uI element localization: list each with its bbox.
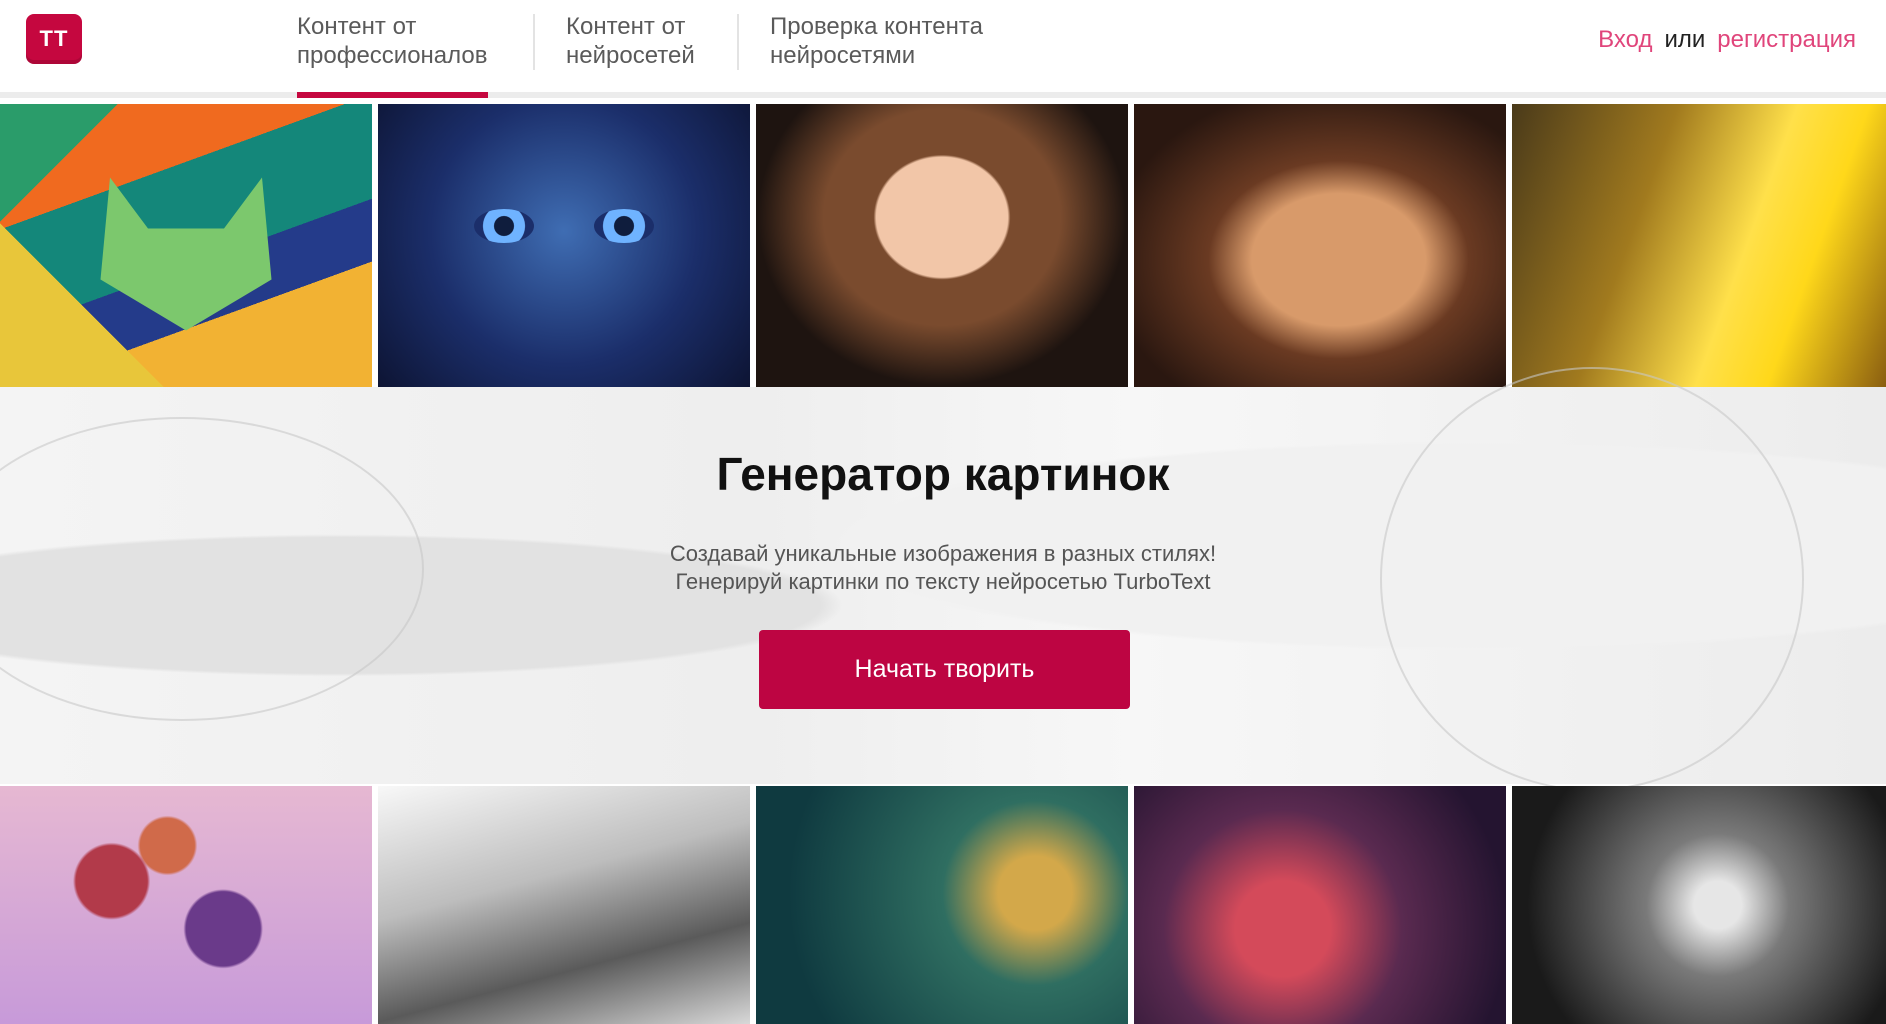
register-link[interactable]: регистрация <box>1717 26 1856 53</box>
tab-label-line2: профессионалов <box>297 42 488 69</box>
tab-content-check[interactable]: Проверка контента нейросетями <box>770 12 983 98</box>
cat-face-shape <box>100 177 272 331</box>
login-link[interactable]: Вход <box>1598 26 1652 53</box>
gallery-image-golden-city[interactable] <box>1512 104 1886 387</box>
gallery-image-submarine[interactable] <box>756 786 1128 1024</box>
hero-subtitle-line1: Создавай уникальные изображения в разных… <box>669 541 1217 566</box>
tab-label-line1: Контент от <box>297 13 417 40</box>
gallery-image-girl-braids[interactable] <box>756 104 1128 387</box>
gallery-top-row <box>0 104 1886 387</box>
hero-section: Генератор картинок Создавай уникальные и… <box>0 367 1886 791</box>
or-text: или <box>1664 26 1706 53</box>
eye-shape <box>594 208 654 243</box>
tab-neural-content[interactable]: Контент от нейросетей <box>566 12 695 98</box>
start-creating-button[interactable]: Начать творить <box>759 630 1130 709</box>
gallery-image-cubist-cat[interactable] <box>0 104 372 387</box>
logo-text: ТТ <box>39 26 69 51</box>
tab-label-line1: Контент от <box>566 13 686 40</box>
hero-subtitle: Создавай уникальные изображения в разных… <box>0 540 1886 596</box>
gallery-image-balloons[interactable] <box>0 786 372 1024</box>
eye-shape <box>474 208 534 243</box>
gallery-bottom-row <box>0 786 1886 1024</box>
tab-label-line2: нейросетей <box>566 42 695 69</box>
hero-subtitle-line2: Генерируй картинки по тексту нейросетью … <box>675 569 1211 594</box>
nav-divider <box>533 14 535 70</box>
gallery-image-fluffy-cat[interactable] <box>1134 104 1506 387</box>
nav-divider <box>737 14 739 70</box>
site-header: ТТ Контент от профессионалов Контент от … <box>0 0 1886 98</box>
gallery-image-pencil-mountains[interactable] <box>378 786 750 1024</box>
tab-professional-content[interactable]: Контент от профессионалов <box>297 12 488 98</box>
gallery-image-blue-face[interactable] <box>378 104 750 387</box>
tab-label-line2: нейросетями <box>770 42 916 69</box>
hero-title: Генератор картинок <box>716 448 1170 500</box>
auth-links: Вход или регистрация <box>1598 26 1856 54</box>
tab-label-line1: Проверка контента <box>770 13 983 40</box>
turbotext-logo[interactable]: ТТ <box>26 14 82 64</box>
gallery-image-lightning-portrait[interactable] <box>1512 786 1886 1024</box>
gallery-image-gift-box[interactable] <box>1134 786 1506 1024</box>
